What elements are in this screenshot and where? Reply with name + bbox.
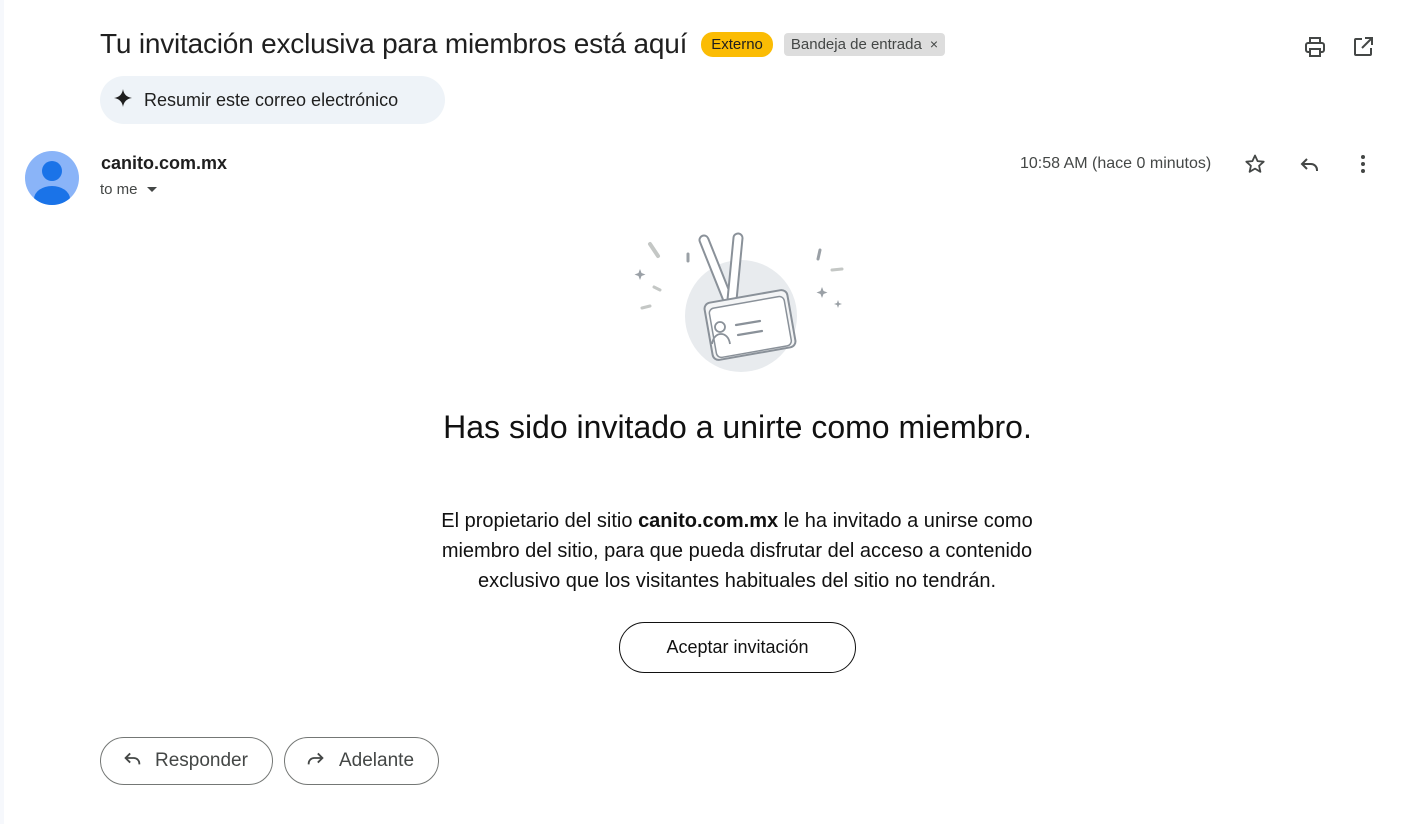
reply-button[interactable]: Responder	[100, 737, 273, 785]
dropdown-arrow-icon	[146, 181, 158, 198]
inbox-label-text: Bandeja de entrada	[790, 35, 922, 53]
forward-label: Adelante	[339, 750, 415, 771]
thread-actions	[1302, 34, 1376, 60]
print-icon[interactable]	[1302, 34, 1328, 60]
recipient-label: to me	[100, 181, 138, 198]
reply-label: Responder	[155, 750, 248, 771]
reply-icon	[121, 747, 143, 775]
star-icon[interactable]	[1242, 151, 1268, 177]
open-in-new-window-icon[interactable]	[1350, 34, 1376, 60]
email-headline: Has sido invitado a unirte como miembro.	[443, 409, 1032, 445]
message-actions	[1242, 151, 1376, 177]
inbox-label-chip[interactable]: Bandeja de entrada ×	[783, 32, 946, 56]
more-vert-icon[interactable]	[1350, 151, 1376, 177]
membership-card-illustration	[628, 232, 848, 377]
external-badge: Externo	[701, 31, 773, 57]
subject-row: Tu invitación exclusiva para miembros es…	[100, 28, 946, 60]
sparkle-icon	[114, 88, 132, 112]
sender-avatar[interactable]	[25, 151, 79, 205]
summarize-email-button[interactable]: Resumir este correo electrónico	[100, 76, 445, 124]
remove-label-icon[interactable]: ×	[930, 36, 938, 52]
forward-button[interactable]: Adelante	[284, 737, 439, 785]
summarize-label: Resumir este correo electrónico	[144, 89, 399, 110]
reply-icon[interactable]	[1296, 151, 1322, 177]
paragraph-prefix: El propietario del sitio	[441, 510, 639, 532]
forward-icon	[305, 747, 327, 775]
message-timestamp: 10:58 AM (hace 0 minutos)	[1020, 155, 1212, 172]
email-subject: Tu invitación exclusiva para miembros es…	[100, 28, 688, 59]
email-body-paragraph: El propietario del sitio canito.com.mx l…	[412, 506, 1062, 596]
recipient-details-toggle[interactable]: to me	[100, 181, 158, 198]
accept-invitation-button[interactable]: Aceptar invitación	[619, 622, 856, 673]
site-name: canito.com.mx	[638, 510, 779, 532]
sender-name[interactable]: canito.com.mx	[101, 153, 227, 174]
